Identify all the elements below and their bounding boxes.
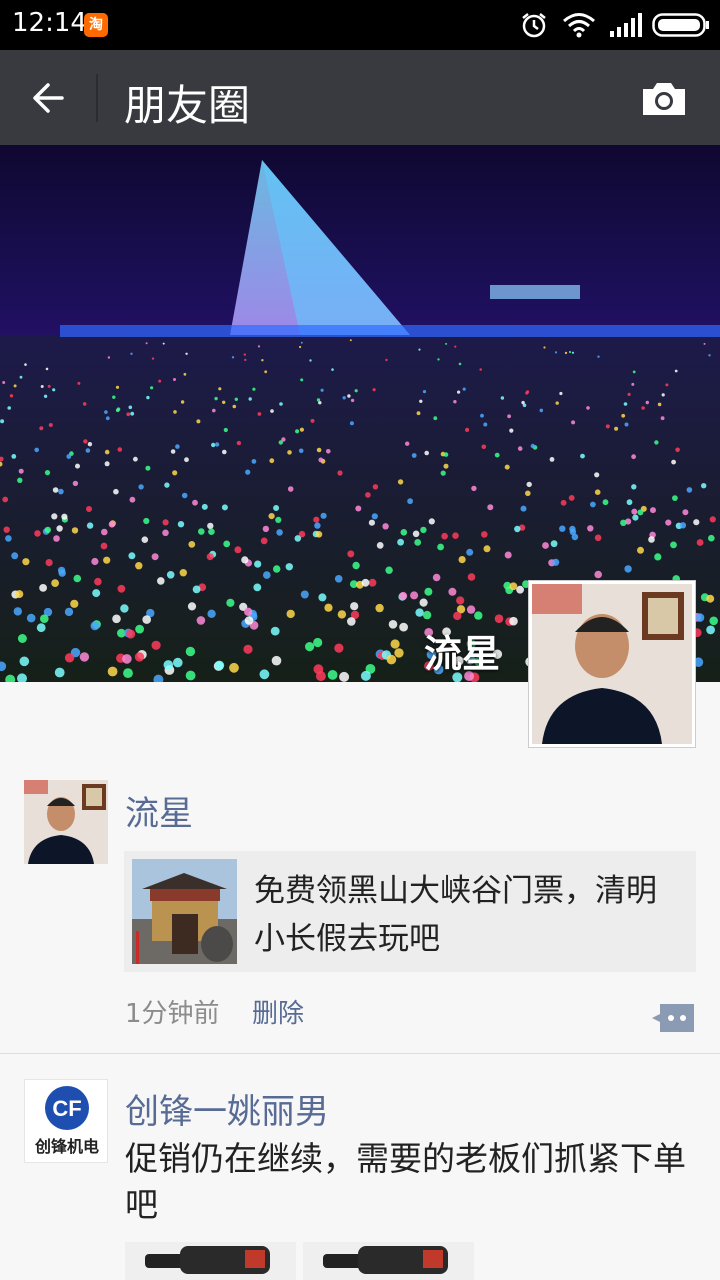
post-timestamp: 1分钟前	[125, 999, 220, 1029]
wifi-icon	[563, 13, 595, 38]
post-author-avatar[interactable]	[24, 780, 108, 864]
taobao-notification-icon: 淘	[84, 13, 108, 37]
battery-icon	[652, 13, 709, 37]
profile-avatar[interactable]	[528, 580, 696, 748]
status-bar: 12:14 淘	[0, 0, 720, 50]
post-image-1[interactable]	[125, 1242, 296, 1280]
post-divider	[0, 1053, 720, 1054]
status-time: 12:14	[12, 8, 87, 38]
post-author-avatar[interactable]: CF 创锋机电	[24, 1079, 108, 1163]
post-author-avatar-photo	[24, 780, 108, 864]
chuangfeng-logo: CF 创锋机电	[25, 1080, 107, 1162]
logo-caption: 创锋机电	[34, 1137, 99, 1156]
signal-icon	[610, 13, 642, 37]
logo-mark: CF	[52, 1096, 81, 1121]
shared-link-thumbnail	[132, 859, 237, 964]
delete-post-link[interactable]: 删除	[252, 993, 304, 1030]
comment-more-icon[interactable]	[650, 1002, 696, 1034]
shared-link-title: 免费领黑山大峡谷门票，清明小长假去玩吧	[254, 873, 657, 957]
cover-owner-name: 流星	[424, 632, 501, 676]
profile-avatar-photo	[532, 584, 692, 744]
back-arrow-icon[interactable]	[28, 78, 68, 118]
camera-icon[interactable]	[640, 80, 688, 118]
nav-divider	[96, 74, 98, 122]
alarm-icon	[522, 13, 546, 38]
nav-bar: 朋友圈	[0, 50, 720, 145]
page-title: 朋友圈	[124, 81, 251, 130]
post-author-name[interactable]: 创锋一姚丽男	[125, 1084, 329, 1133]
gate-thumbnail-image	[132, 859, 237, 964]
post-author-name[interactable]: 流星	[125, 786, 193, 835]
post-image-2[interactable]	[303, 1242, 474, 1280]
shared-link-card[interactable]: 免费领黑山大峡谷门票，清明小长假去玩吧	[124, 851, 696, 972]
product-photo	[303, 1242, 474, 1280]
post-text: 促销仍在继续，需要的老板们抓紧下单吧	[125, 1139, 686, 1224]
product-photo	[125, 1242, 296, 1280]
